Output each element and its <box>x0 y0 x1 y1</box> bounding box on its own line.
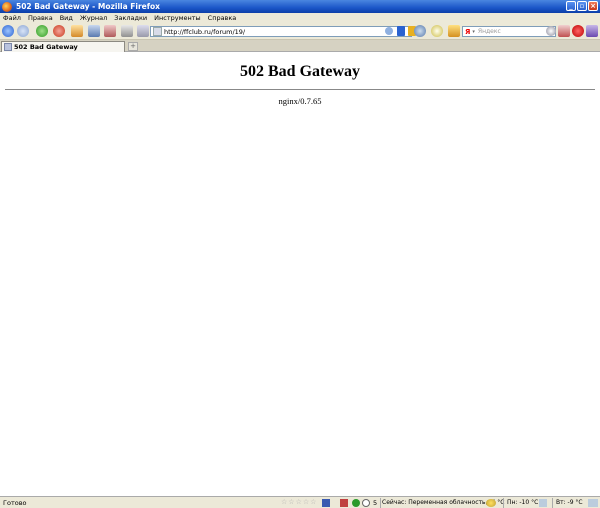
back-icon[interactable] <box>2 25 14 37</box>
menu-extension-icon[interactable] <box>586 25 598 37</box>
star-icon[interactable]: ☆ <box>303 499 309 506</box>
print-icon[interactable] <box>121 25 133 37</box>
tab-active[interactable]: 502 Bad Gateway <box>1 41 125 52</box>
menu-bar: Файл Правка Вид Журнал Закладки Инструме… <box>0 13 600 23</box>
window-controls: _ ▫ × <box>566 1 598 11</box>
minimize-button[interactable]: _ <box>566 1 576 11</box>
tab-favicon-icon <box>4 43 12 51</box>
download-icon[interactable] <box>104 25 116 37</box>
divider <box>5 89 595 90</box>
menu-help[interactable]: Справка <box>208 14 237 22</box>
circle-icon[interactable] <box>362 499 370 507</box>
info-icon[interactable] <box>397 26 405 36</box>
search-placeholder: Яндекс <box>477 28 501 35</box>
window-title: 502 Bad Gateway - Mozilla Firefox <box>16 2 160 11</box>
page-heading: 502 Bad Gateway <box>240 63 360 80</box>
yandex-icon[interactable]: Я <box>465 28 470 36</box>
maximize-button[interactable]: ▫ <box>577 1 587 11</box>
search-box[interactable]: Я ▾ Яндекс <box>462 26 556 37</box>
close-button[interactable]: × <box>588 1 598 11</box>
home-icon[interactable] <box>71 25 83 37</box>
clock-icon[interactable] <box>431 25 443 37</box>
online-icon[interactable] <box>352 499 360 507</box>
counter: 5 <box>373 499 378 507</box>
weather-icon <box>486 499 496 507</box>
search-icon[interactable] <box>546 26 556 36</box>
extension-icon[interactable] <box>558 25 570 37</box>
page-content: 502 Bad Gateway nginx/0.7.65 <box>0 52 600 496</box>
navigation-toolbar: http://ffclub.ru/forum/19/ Я ▾ Яндекс <box>0 23 600 40</box>
bookmarks-icon[interactable] <box>88 25 100 37</box>
tab-bar: 502 Bad Gateway + <box>0 40 600 52</box>
separator <box>380 498 381 508</box>
url-bar[interactable]: http://ffclub.ru/forum/19/ <box>150 26 412 37</box>
star-icon[interactable]: ☆ <box>296 499 302 506</box>
weather-tuesday: Вт: -9 °C <box>556 499 583 506</box>
addon-icon[interactable] <box>414 25 426 37</box>
weather-cloud-icon <box>588 499 598 507</box>
menu-file[interactable]: Файл <box>3 14 21 22</box>
status-text: Готово <box>3 499 27 507</box>
star-icon[interactable]: ☆ <box>288 499 294 506</box>
rating-stars[interactable]: ☆ ☆ ☆ ☆ ☆ <box>281 499 316 506</box>
firefox-icon <box>2 1 12 12</box>
site-favicon-icon <box>153 27 162 36</box>
separator <box>503 498 504 508</box>
menu-view[interactable]: Вид <box>60 14 73 22</box>
tag-icon[interactable] <box>448 25 460 37</box>
title-bar: 502 Bad Gateway - Mozilla Firefox _ ▫ × <box>0 0 600 13</box>
adblock-icon[interactable] <box>572 25 584 37</box>
stop-icon[interactable] <box>53 25 65 37</box>
weather-small-icon <box>539 499 547 507</box>
server-signature: nginx/0.7.65 <box>278 96 322 106</box>
vk-icon[interactable] <box>322 499 330 507</box>
menu-bookmarks[interactable]: Закладки <box>114 14 147 22</box>
menu-edit[interactable]: Правка <box>28 14 53 22</box>
dropdown-icon[interactable]: ▾ <box>472 29 475 35</box>
menu-tools[interactable]: Инструменты <box>154 14 201 22</box>
weather-monday: Пн: -10 °C <box>507 499 539 506</box>
star-icon[interactable]: ☆ <box>281 499 287 506</box>
url-text[interactable]: http://ffclub.ru/forum/19/ <box>164 28 245 36</box>
menu-history[interactable]: Журнал <box>80 14 107 22</box>
reload-icon[interactable] <box>36 25 48 37</box>
separator <box>552 498 553 508</box>
new-tab-button[interactable]: + <box>128 42 138 51</box>
mail-icon[interactable] <box>340 499 348 507</box>
forward-icon[interactable] <box>17 25 29 37</box>
star-icon[interactable]: ☆ <box>310 499 316 506</box>
status-bar: Готово ☆ ☆ ☆ ☆ ☆ 5 Сейчас: Переменная об… <box>0 496 600 508</box>
go-icon[interactable] <box>385 27 393 35</box>
tab-label: 502 Bad Gateway <box>14 43 78 51</box>
page-icon <box>137 25 149 37</box>
